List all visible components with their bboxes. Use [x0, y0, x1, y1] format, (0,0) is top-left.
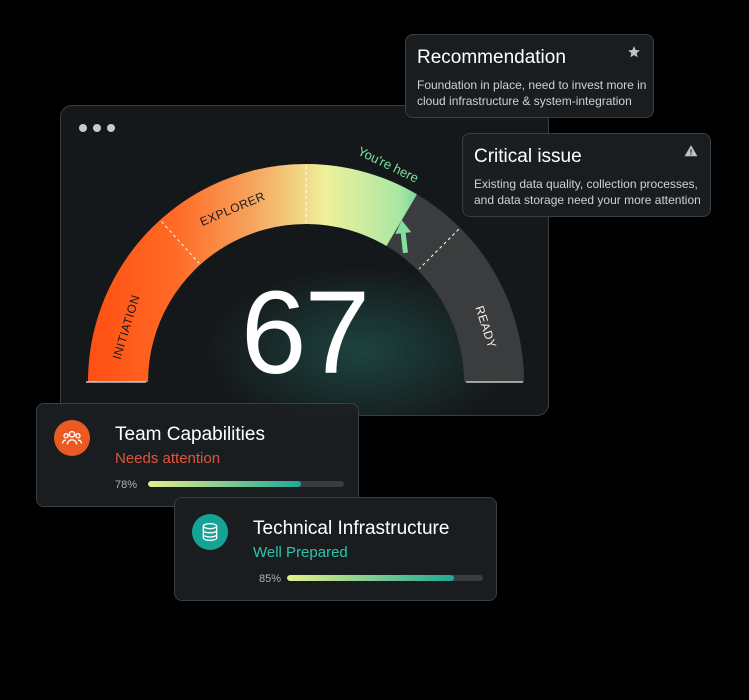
technical-infrastructure-percent: 85% — [259, 573, 282, 585]
team-icon — [54, 420, 90, 456]
recommendation-card[interactable]: Recommendation Foundation in place, need… — [405, 34, 654, 118]
database-icon — [192, 514, 228, 550]
critical-issue-text: Existing data quality, collection proces… — [474, 176, 701, 208]
warning-icon — [684, 145, 698, 157]
technical-infrastructure-card[interactable]: Technical Infrastructure Well Prepared 8… — [174, 497, 497, 601]
critical-issue-text-line: Existing data quality, collection proces… — [474, 177, 698, 191]
readiness-score: 67 — [240, 267, 370, 399]
team-capabilities-title: Team Capabilities — [115, 424, 265, 445]
recommendation-title: Recommendation — [417, 47, 566, 68]
team-capabilities-percent: 78% — [115, 479, 138, 491]
recommendation-text: Foundation in place, need to invest more… — [417, 77, 646, 109]
team-capabilities-progress-track — [148, 481, 344, 487]
critical-issue-text-line: and data storage need your more attentio… — [474, 193, 701, 207]
critical-issue-card[interactable]: Critical issue Existing data quality, co… — [462, 133, 711, 217]
star-icon — [628, 46, 640, 58]
technical-infrastructure-progress-track — [287, 575, 483, 581]
critical-issue-title: Critical issue — [474, 146, 582, 167]
technical-infrastructure-title: Technical Infrastructure — [253, 518, 450, 539]
recommendation-text-line: Foundation in place, need to invest more… — [417, 78, 647, 92]
technical-infrastructure-progress-fill — [287, 575, 454, 581]
recommendation-text-line: cloud infrastructure & system-integratio… — [417, 94, 632, 108]
technical-infrastructure-status: Well Prepared — [253, 544, 348, 561]
team-capabilities-progress-fill — [148, 481, 301, 487]
team-capabilities-card[interactable]: Team Capabilities Needs attention 78% — [36, 403, 359, 507]
team-capabilities-status: Needs attention — [115, 450, 221, 467]
